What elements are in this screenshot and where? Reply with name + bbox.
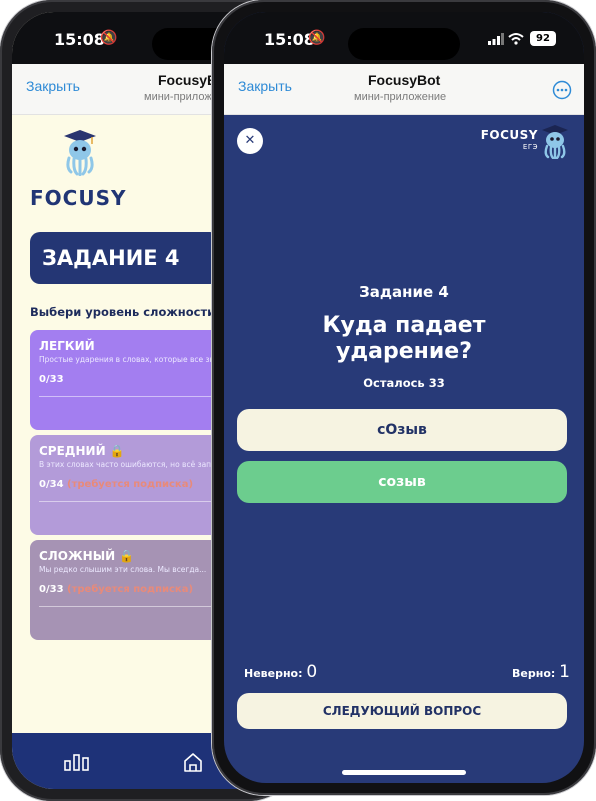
level-description: Простые ударения в словах, которые все з… [39,355,230,364]
more-options-icon[interactable] [552,80,572,100]
level-progress: 0/33 [39,374,64,385]
octopus-mascot-icon [542,125,568,159]
level-name: ЛЕГКИЙ [39,339,95,353]
status-time: 15:08 [54,30,105,49]
stats-icon[interactable] [64,753,90,771]
front-screen: 15:08 🔕 92 Закрыть FocusyBot мини-прилож… [224,12,584,783]
lock-icon: 🔒 [109,444,125,458]
front-phone: 15:08 🔕 92 Закрыть FocusyBot мини-прилож… [212,0,596,795]
app-header: Закрыть FocusyBot мини-приложение [224,64,584,115]
battery-indicator: 92 [530,31,556,46]
bell-slash-icon: 🔕 [308,30,326,46]
choose-level-heading: Выбери уровень сложности [30,305,216,319]
dynamic-island [348,28,460,60]
app-title: FocusyBot [368,72,441,88]
status-bar: 15:08 🔕 92 [224,28,584,60]
home-icon[interactable] [182,751,204,773]
wifi-icon [508,33,524,45]
lock-icon: 🔒 [119,549,135,563]
progress-track [39,396,212,397]
level-card-hard[interactable]: СЛОЖНЫЙ 🔒 Мы редко слышим эти слова. Мы … [30,540,230,640]
level-card-easy[interactable]: ЛЕГКИЙ Простые ударения в словах, которы… [30,330,230,430]
signal-icon [488,33,504,45]
answer-option-1[interactable]: сОзыв [237,409,567,451]
brand-subtitle: ЕГЭ [522,143,538,151]
level-description: В этих словах часто ошибаются, но всё за… [39,460,240,469]
logo-text: FOCUSY [30,186,127,210]
level-name: СРЕДНИЙ 🔒 [39,444,125,458]
brand-logo: FOCUSY ЕГЭ [481,128,538,151]
close-quiz-button[interactable]: ✕ [237,128,263,154]
octopus-logo-icon [64,130,96,176]
task-banner: ЗАДАНИЕ 4 [30,232,220,284]
level-card-medium[interactable]: СРЕДНИЙ 🔒 В этих словах часто ошибаются,… [30,435,240,535]
answer-option-2[interactable]: созыв [237,461,567,503]
wrong-score: Неверно: 0 [244,662,318,682]
question-text: Куда падает ударение? [322,313,486,364]
level-progress: 0/34 (требуется подписка) [39,479,194,490]
right-score: Верно: 1 [512,662,570,682]
close-button[interactable]: Закрыть [26,78,80,94]
bell-slash-icon: 🔕 [100,30,118,46]
home-indicator [342,770,466,775]
level-description: Мы редко слышим эти слова. Мы всегда... [39,565,207,574]
app-subtitle: мини-приложение [354,91,447,103]
task-label: Задание 4 [359,283,449,301]
brand-name: FOCUSY [480,128,538,142]
progress-track [39,501,212,502]
level-name: СЛОЖНЫЙ 🔒 [39,549,135,563]
next-question-button[interactable]: СЛЕДУЮЩИЙ ВОПРОС [237,693,567,729]
close-button[interactable]: Закрыть [238,78,292,94]
level-progress: 0/33 (требуется подписка) [39,584,194,595]
remaining-count: Осталось 33 [363,376,445,390]
progress-track [39,606,212,607]
